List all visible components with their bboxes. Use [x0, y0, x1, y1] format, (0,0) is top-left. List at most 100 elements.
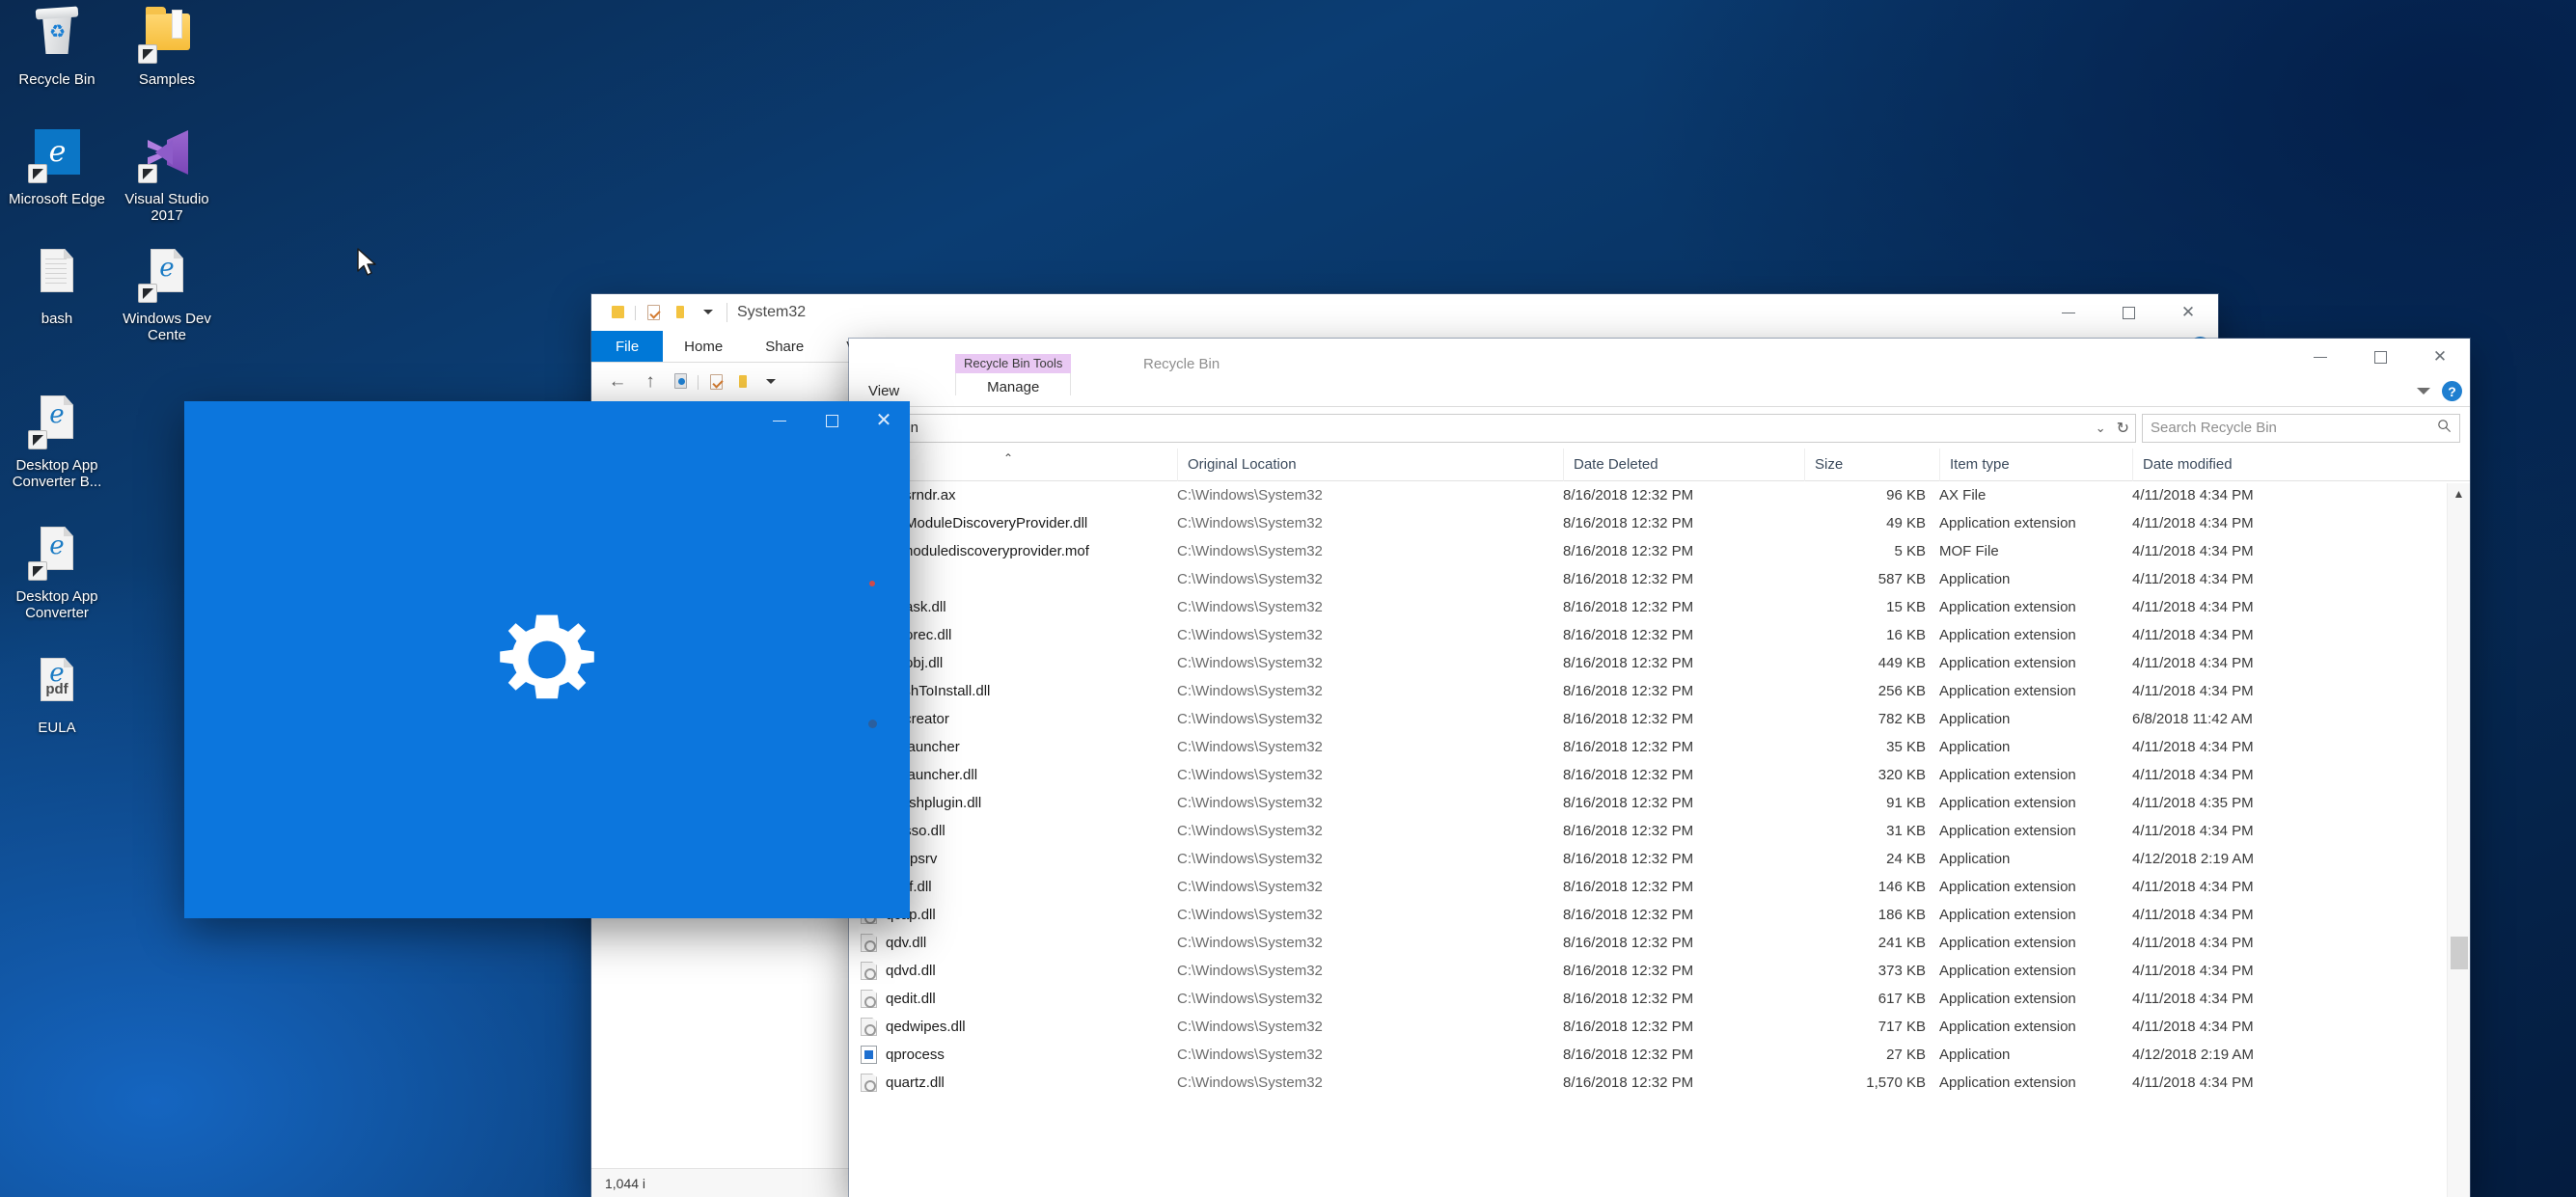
cell-date-deleted: 8/16/2018 12:32 PM — [1563, 733, 1804, 761]
tab-home[interactable]: Home — [663, 331, 744, 362]
chevron-down-icon[interactable]: ⌄ — [2096, 421, 2106, 436]
search-box[interactable]: Search Recycle Bin — [2142, 414, 2460, 443]
search-icon[interactable] — [2437, 419, 2452, 437]
table-row[interactable]: pstorec.dllC:\Windows\System328/16/2018 … — [849, 621, 2470, 649]
visual-studio-icon — [138, 127, 196, 183]
recyclebin-titlebar[interactable]: ✕ — [849, 339, 2470, 375]
table-row[interactable]: pwrshplugin.dllC:\Windows\System328/16/2… — [849, 789, 2470, 817]
tab-file[interactable]: File — [591, 331, 663, 362]
desktop[interactable]: ♻ Recycle Bin Samples e Microsoft Edge — [0, 0, 2576, 1197]
table-row[interactable]: pwlauncher.dllC:\Windows\System328/16/20… — [849, 761, 2470, 789]
properties-icon[interactable] — [702, 368, 729, 395]
desktop-icon-recycle-bin[interactable]: ♻ Recycle Bin — [0, 8, 114, 88]
recycle-bin-explorer-window[interactable]: ✕ View Recycle Bin Tools Manage Recycle … — [849, 339, 2470, 1197]
new-folder-icon[interactable] — [729, 368, 756, 395]
recycle-bin-tools-context-group[interactable]: Recycle Bin Tools Manage — [955, 354, 1071, 395]
column-header-size[interactable]: Size — [1804, 449, 1939, 481]
back-button[interactable]: ← — [601, 366, 634, 398]
table-row[interactable]: qasf.dllC:\Windows\System328/16/2018 12:… — [849, 873, 2470, 901]
address-bar[interactable]: cle Bin ⌄ ↻ — [866, 414, 2136, 443]
quick-access-toolbar[interactable] — [591, 299, 721, 326]
table-row[interactable]: pwcreatorC:\Windows\System328/16/2018 12… — [849, 705, 2470, 733]
chevron-down-icon[interactable] — [2417, 388, 2430, 394]
table-row[interactable]: qcap.dllC:\Windows\System328/16/2018 12:… — [849, 901, 2470, 929]
system32-titlebar[interactable]: System32 ✕ — [591, 294, 2218, 331]
cell-date-modified: 4/11/2018 4:34 PM — [2132, 1013, 2422, 1041]
system32-caption-buttons[interactable]: ✕ — [2039, 294, 2218, 331]
cell-size: 373 KB — [1804, 957, 1939, 985]
column-header-item-type[interactable]: Item type — [1939, 449, 2132, 481]
maximize-button[interactable] — [2098, 294, 2158, 331]
recycle-bin-icon: ♻ — [28, 8, 86, 64]
table-row[interactable]: pstask.dllC:\Windows\System328/16/2018 1… — [849, 593, 2470, 621]
table-row[interactable]: pwlauncherC:\Windows\System328/16/2018 1… — [849, 733, 2470, 761]
desktop-icon-bash[interactable]: bash — [0, 247, 114, 327]
tab-share[interactable]: Share — [744, 331, 825, 362]
file-name: qdv.dll — [886, 935, 926, 951]
cell-name[interactable]: qdv.dll — [849, 929, 1177, 957]
help-icon[interactable]: ? — [2442, 381, 2462, 401]
cell-date-modified: 4/11/2018 4:34 PM — [2132, 957, 2422, 985]
cell-original-location: C:\Windows\System32 — [1177, 537, 1563, 565]
scrollbar-thumb[interactable] — [2451, 937, 2468, 969]
table-row[interactable]: qprocessC:\Windows\System328/16/2018 12:… — [849, 1041, 2470, 1069]
recyclebin-ribbon-right[interactable]: ? — [2417, 375, 2462, 407]
column-header-date-modified[interactable]: Date modified — [2132, 449, 2422, 481]
table-row[interactable]: quartz.dllC:\Windows\System328/16/2018 1… — [849, 1069, 2470, 1097]
new-folder-icon[interactable] — [667, 299, 694, 326]
up-button[interactable]: ↑ — [634, 366, 667, 398]
table-row[interactable]: PushToInstall.dllC:\Windows\System328/16… — [849, 677, 2470, 705]
desktop-icon-visual-studio-2017[interactable]: Visual Studio 2017 — [110, 127, 224, 224]
properties-icon[interactable] — [640, 299, 667, 326]
table-row[interactable]: pwsso.dllC:\Windows\System328/16/2018 12… — [849, 817, 2470, 845]
cell-name[interactable]: qdvd.dll — [849, 957, 1177, 985]
desktop-icon-windows-dev-center[interactable]: e Windows Dev Cente — [110, 247, 224, 343]
refresh-icon[interactable]: ↻ — [2117, 419, 2129, 438]
close-button[interactable]: ✕ — [2410, 339, 2470, 375]
folder-icon[interactable] — [604, 299, 631, 326]
table-row[interactable]: PSModuleDiscoveryProvider.dllC:\Windows\… — [849, 509, 2470, 537]
desktop-icon-desktop-app-converter[interactable]: e Desktop App Converter — [0, 525, 114, 621]
recyclebin-ribbon-tabs[interactable]: View Recycle Bin Tools Manage Recycle Bi… — [849, 375, 2470, 407]
delete-bin-icon[interactable] — [667, 368, 694, 395]
recyclebin-address-toolbar[interactable]: cle Bin ⌄ ↻ Search Recycle Bin — [849, 407, 2470, 449]
table-row[interactable]: qappsrvC:\Windows\System328/16/2018 12:3… — [849, 845, 2470, 873]
column-header-original-location[interactable]: Original Location — [1177, 449, 1563, 481]
cell-date-modified: 4/11/2018 4:34 PM — [2132, 565, 2422, 593]
desktop-icon-microsoft-edge[interactable]: e Microsoft Edge — [0, 127, 114, 207]
desktop-icon-eula[interactable]: e pdf EULA — [0, 656, 114, 736]
desktop-icon-samples[interactable]: Samples — [110, 8, 224, 88]
table-row[interactable]: qedwipes.dllC:\Windows\System328/16/2018… — [849, 1013, 2470, 1041]
cell-name[interactable]: qprocess — [849, 1041, 1177, 1069]
customize-quick-access-caret-icon[interactable] — [694, 299, 721, 326]
dll-file-icon — [861, 990, 877, 1008]
tab-manage[interactable]: Manage — [955, 373, 1071, 395]
cell-name[interactable]: qedit.dll — [849, 985, 1177, 1013]
search-input-placeholder[interactable]: Search Recycle Bin — [2151, 420, 2277, 436]
cell-name[interactable]: qedwipes.dll — [849, 1013, 1177, 1041]
table-row[interactable]: puiobj.dllC:\Windows\System328/16/2018 1… — [849, 649, 2470, 677]
cell-item-type: Application extension — [1939, 929, 2132, 957]
recyclebin-caption-buttons[interactable]: ✕ — [2290, 339, 2470, 375]
vertical-scrollbar[interactable]: ▲ — [2447, 483, 2470, 1197]
column-header-date-deleted[interactable]: Date Deleted — [1563, 449, 1804, 481]
table-row[interactable]: psmodulediscoveryprovider.mofC:\Windows\… — [849, 537, 2470, 565]
table-row[interactable]: psisrndr.axC:\Windows\System328/16/2018 … — [849, 481, 2470, 509]
table-row[interactable]: psrC:\Windows\System328/16/2018 12:32 PM… — [849, 565, 2470, 593]
address-bar-controls[interactable]: ⌄ ↻ — [2096, 415, 2129, 442]
table-row[interactable]: qdvd.dllC:\Windows\System328/16/2018 12:… — [849, 957, 2470, 985]
maximize-button[interactable] — [2350, 339, 2410, 375]
minimize-button[interactable] — [2290, 339, 2350, 375]
table-row[interactable]: qedit.dllC:\Windows\System328/16/2018 12… — [849, 985, 2470, 1013]
table-row[interactable]: qdv.dllC:\Windows\System328/16/2018 12:3… — [849, 929, 2470, 957]
recycle-bin-file-list[interactable]: psisrndr.axC:\Windows\System328/16/2018 … — [849, 481, 2470, 1197]
minimize-button[interactable] — [2039, 294, 2098, 331]
close-button[interactable]: ✕ — [2158, 294, 2218, 331]
splash-window[interactable]: ✕ — [184, 401, 910, 918]
scroll-up-arrow-icon[interactable]: ▲ — [2448, 483, 2470, 504]
customize-quick-access-caret-icon[interactable] — [756, 368, 783, 395]
cell-name[interactable]: quartz.dll — [849, 1069, 1177, 1097]
cell-item-type: MOF File — [1939, 537, 2132, 565]
file-list-column-headers[interactable]: Name Original Location Date Deleted Size… — [849, 449, 2470, 481]
desktop-icon-desktop-app-converter-b[interactable]: e Desktop App Converter B... — [0, 394, 114, 490]
